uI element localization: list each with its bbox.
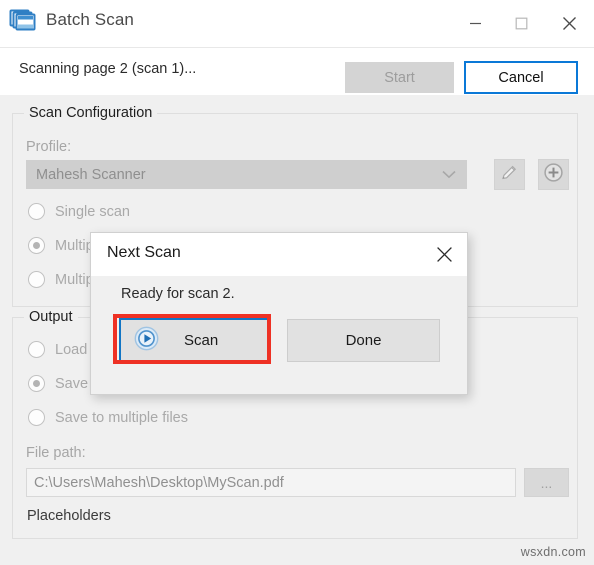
dialog-title: Next Scan bbox=[107, 244, 181, 261]
dialog-scan-button-content: Scan bbox=[121, 325, 269, 356]
radio-indicator bbox=[28, 237, 45, 254]
window-controls bbox=[452, 0, 594, 46]
window-title: Batch Scan bbox=[46, 10, 134, 29]
dialog-scan-button-label: Scan bbox=[184, 331, 219, 349]
dialog-message: Ready for scan 2. bbox=[121, 286, 235, 302]
start-button[interactable]: Start bbox=[345, 62, 454, 93]
file-path-label: File path: bbox=[26, 445, 86, 461]
titlebar-left-group: Batch Scan bbox=[9, 6, 134, 34]
edit-profile-button[interactable] bbox=[494, 159, 525, 190]
scan-mode-label-0: Single scan bbox=[55, 203, 130, 220]
pencil-icon bbox=[500, 163, 519, 187]
radio-indicator bbox=[28, 409, 45, 426]
radio-indicator bbox=[28, 341, 45, 358]
output-legend: Output bbox=[24, 309, 78, 325]
profile-combobox-value: Mahesh Scanner bbox=[36, 166, 146, 183]
dialog-scan-button[interactable]: Scan bbox=[119, 318, 271, 362]
dialog-close-button[interactable] bbox=[421, 233, 467, 275]
stacked-windows-icon bbox=[9, 6, 37, 34]
scan-mode-option-0[interactable]: Single scan bbox=[28, 203, 130, 220]
radio-indicator bbox=[28, 375, 45, 392]
cancel-button[interactable]: Cancel bbox=[464, 61, 578, 94]
next-scan-dialog: Next Scan Ready for scan 2. Scan Done bbox=[90, 232, 468, 395]
radio-indicator bbox=[28, 203, 45, 220]
output-option-2[interactable]: Save to multiple files bbox=[28, 409, 188, 426]
scan-configuration-legend: Scan Configuration bbox=[24, 105, 158, 121]
dialog-titlebar: Next Scan bbox=[91, 233, 467, 276]
profile-combobox[interactable]: Mahesh Scanner bbox=[26, 160, 467, 189]
scan-status-text: Scanning page 2 (scan 1)... bbox=[19, 61, 197, 77]
plus-circle-icon bbox=[543, 162, 564, 188]
placeholders-link[interactable]: Placeholders bbox=[27, 508, 111, 524]
close-button[interactable] bbox=[544, 0, 594, 46]
chevron-down-icon bbox=[442, 166, 456, 184]
window-titlebar: Batch Scan bbox=[0, 0, 594, 48]
dialog-done-button[interactable]: Done bbox=[287, 319, 440, 362]
minimize-button[interactable] bbox=[452, 0, 498, 46]
add-profile-button[interactable] bbox=[538, 159, 569, 190]
play-circle-icon bbox=[133, 325, 160, 356]
output-label-2: Save to multiple files bbox=[55, 409, 188, 426]
file-path-value: C:\Users\Mahesh\Desktop\MyScan.pdf bbox=[34, 474, 284, 491]
browse-file-button[interactable]: ... bbox=[524, 468, 569, 497]
maximize-button[interactable] bbox=[498, 0, 544, 46]
profile-label: Profile: bbox=[26, 139, 72, 155]
file-path-input[interactable]: C:\Users\Mahesh\Desktop\MyScan.pdf bbox=[26, 468, 516, 497]
watermark: wsxdn.com bbox=[520, 545, 586, 559]
radio-indicator bbox=[28, 271, 45, 288]
